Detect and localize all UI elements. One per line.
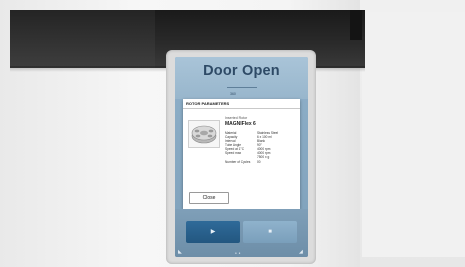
stop-icon: ■ [268, 229, 272, 235]
stop-button[interactable]: ■ [243, 221, 297, 243]
rotor-parameters-dialog: ROTOR PARAMETERS Inserted Rotor MAGNIFle… [183, 99, 300, 209]
lid-panel [10, 10, 155, 68]
rotor-image-icon [188, 120, 220, 148]
parameter-row: Number of Cycles 00 [225, 160, 297, 164]
dialog-divider [183, 108, 300, 109]
header-label: 360 [230, 92, 236, 96]
play-icon: ▶ [210, 229, 216, 235]
dialog-title: ROTOR PARAMETERS [186, 101, 230, 106]
rotor-name: MAGNIFlex 6 [225, 121, 256, 127]
parameter-list: Material Stainless Steel Capacity 6 x 10… [225, 131, 297, 164]
parameter-value: 7500 x g [257, 155, 270, 159]
rotor-header: Inserted Rotor [225, 116, 248, 120]
close-button[interactable]: Close [189, 192, 229, 204]
parameter-label: Number of Cycles [225, 160, 251, 164]
background-wall [362, 12, 465, 257]
start-button[interactable]: ▶ [186, 221, 240, 243]
lid-edge [350, 10, 362, 40]
parameter-row: 7500 x g [225, 155, 297, 159]
header-divider [227, 83, 257, 88]
centrifuge-scene: Door Open 360 ROTOR PARAMETERS Inserted … [0, 0, 465, 267]
touch-screen: Door Open 360 ROTOR PARAMETERS Inserted … [175, 57, 308, 257]
screen-header: Door Open 360 [175, 57, 308, 99]
page-indicator: ● ● [235, 251, 241, 255]
control-panel: ▶ ■ ◣ ● ● ◢ [175, 209, 308, 257]
left-corner-icon[interactable]: ◣ [178, 249, 182, 255]
right-corner-icon[interactable]: ◢ [299, 249, 303, 255]
door-status-title: Door Open [203, 63, 280, 79]
parameter-value: 00 [257, 160, 261, 164]
